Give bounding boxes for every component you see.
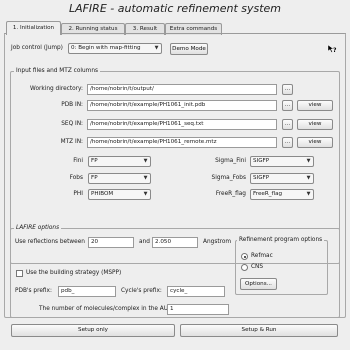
and-label: and xyxy=(139,239,150,245)
cns-radio[interactable] xyxy=(241,264,248,271)
seq-in-field[interactable]: /home/nobrin/t/example/PH1061_seq.txt xyxy=(87,119,277,130)
job-control-select[interactable]: 0: Begin with map-fitting ▼ xyxy=(68,43,162,54)
freer-flag-select[interactable]: FreeR_flag ▼ xyxy=(250,189,314,200)
seq-in-label: SEQ IN: xyxy=(61,121,83,127)
refmac-label: Refmac xyxy=(251,253,273,259)
whats-this-icon[interactable]: ? xyxy=(327,44,337,54)
sigma-fini-label: Sigma_Fini xyxy=(215,158,246,164)
sigma-fobs-select[interactable]: SIGFP ▼ xyxy=(250,173,314,184)
cns-label: CNS xyxy=(251,264,264,270)
res-high-field[interactable]: 2.050 xyxy=(152,237,198,248)
sigma-fini-select[interactable]: SIGFP ▼ xyxy=(250,156,314,167)
mtz-in-label: MTZ IN: xyxy=(60,139,83,145)
mtz-view-button[interactable]: view xyxy=(297,137,333,148)
pdb-in-field[interactable]: /home/nobrin/t/example/PH1061_init.pdb xyxy=(87,100,277,111)
fini-select[interactable]: FP ▼ xyxy=(88,156,151,167)
sigma-fobs-label: Sigma_Fobs xyxy=(211,175,246,181)
pdb-in-label: PDB IN: xyxy=(61,102,83,108)
mtz-in-browse-button[interactable]: ... xyxy=(282,137,293,148)
fobs-value: FP xyxy=(91,175,98,181)
pdb-view-button[interactable]: view xyxy=(297,100,333,111)
svg-text:?: ? xyxy=(333,47,337,54)
mtz-in-field[interactable]: /home/nobrin/t/example/PH1061_remote.mtz xyxy=(87,137,277,148)
sigma-fini-value: SIGFP xyxy=(253,158,270,164)
setup-run-button[interactable]: Setup & Run xyxy=(180,324,338,337)
working-dir-browse-button[interactable]: ... xyxy=(282,84,293,95)
chevron-down-icon: ▼ xyxy=(306,158,311,164)
working-dir-field[interactable]: /home/nobrin/t/output/ xyxy=(87,84,277,95)
cycle-prefix-label: Cycle's prefix: xyxy=(121,288,162,294)
chevron-down-icon: ▼ xyxy=(143,158,148,164)
res-low-field[interactable]: 20 xyxy=(88,237,134,248)
reflections-label: Use reflections between xyxy=(15,239,85,245)
demo-mode-button[interactable]: Demo Mode xyxy=(170,43,208,55)
options-button[interactable]: Options... xyxy=(240,278,277,290)
fini-label: Fini xyxy=(73,158,83,164)
fobs-label: Fobs xyxy=(69,175,83,181)
molecules-label: The number of molecules/complex in the A… xyxy=(39,306,169,312)
lafire-options-title: LAFIRE options xyxy=(14,224,62,232)
job-control-value: 0: Begin with map-fitting xyxy=(71,45,141,51)
window-title: LAFIRE - automatic refinement system xyxy=(68,2,282,15)
chevron-down-icon: ▼ xyxy=(143,175,148,181)
phi-label: PHI xyxy=(73,191,83,197)
mspp-checkbox[interactable] xyxy=(16,270,23,277)
molecules-field[interactable]: 1 xyxy=(167,304,229,315)
freer-flag-value: FreeR_flag xyxy=(253,191,283,197)
chevron-down-icon: ▼ xyxy=(154,45,159,51)
working-dir-label: Working directory: xyxy=(30,86,83,92)
job-control-label: Job control (Jump) xyxy=(11,45,63,51)
sigma-fobs-value: SIGFP xyxy=(253,175,270,181)
fobs-select[interactable]: FP ▼ xyxy=(88,173,151,184)
cycle-prefix-field[interactable]: cycle_ xyxy=(167,286,225,297)
setup-only-button[interactable]: Setup only xyxy=(11,324,175,337)
pdb-in-browse-button[interactable]: ... xyxy=(282,100,293,111)
refinement-options-title: Refinement program options xyxy=(237,236,325,244)
fini-value: FP xyxy=(91,158,98,164)
chevron-down-icon: ▼ xyxy=(143,191,148,197)
phi-value: PHIBOM xyxy=(91,191,114,197)
chevron-down-icon: ▼ xyxy=(306,175,311,181)
chevron-down-icon: ▼ xyxy=(306,191,311,197)
refmac-radio[interactable] xyxy=(241,253,248,260)
input-files-title: Input files and MTZ columns xyxy=(14,67,101,75)
freer-flag-label: FreeR_flag xyxy=(215,191,246,197)
angstrom-label: Angstrom xyxy=(203,239,232,245)
seq-view-button[interactable]: view xyxy=(297,119,333,130)
mspp-label: Use the building strategy (MSPP) xyxy=(26,270,122,276)
seq-in-browse-button[interactable]: ... xyxy=(282,119,293,130)
pdb-prefix-field[interactable]: pdb_ xyxy=(58,286,116,297)
tab-initialization[interactable]: 1. Initialization xyxy=(6,21,61,35)
phi-select[interactable]: PHIBOM ▼ xyxy=(88,189,151,200)
pdb-prefix-label: PDB's prefix: xyxy=(15,288,52,294)
